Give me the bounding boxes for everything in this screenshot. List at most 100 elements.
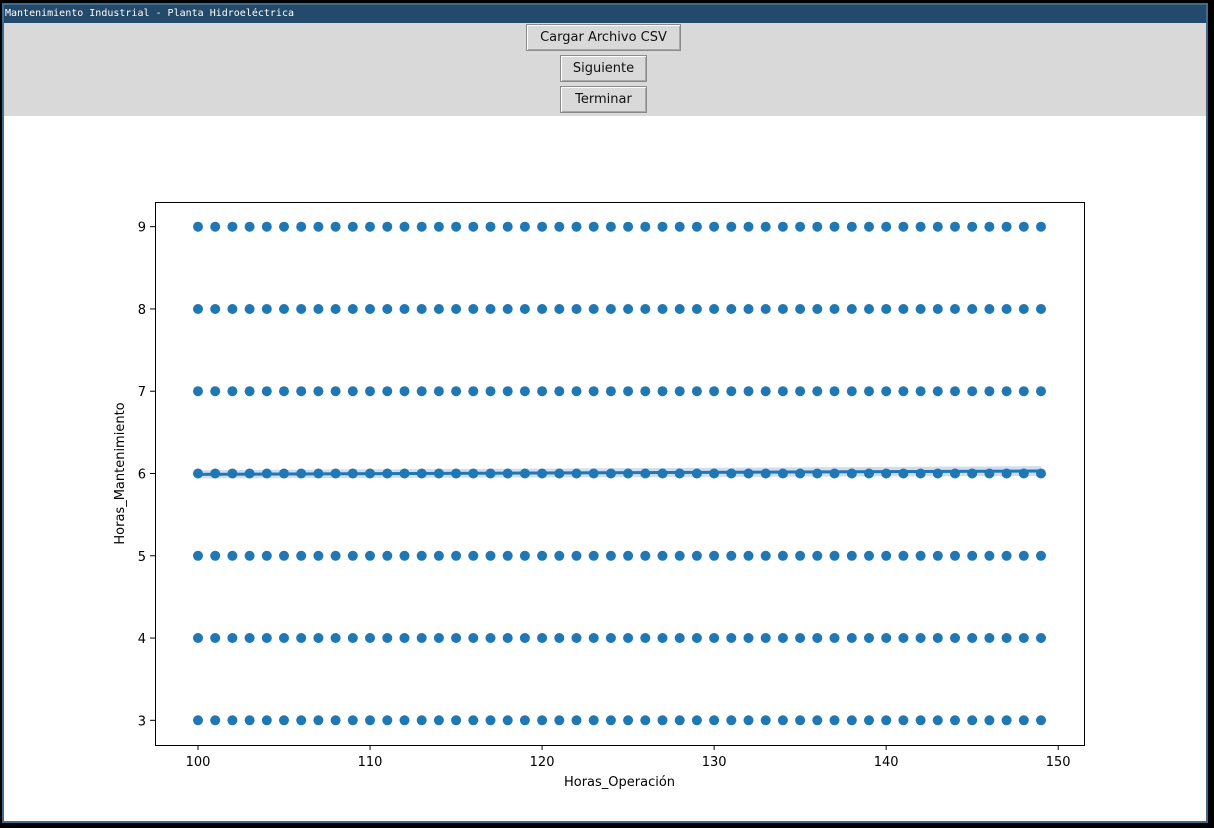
data-point — [296, 386, 307, 397]
data-point — [984, 550, 995, 561]
data-point — [468, 715, 479, 726]
load-csv-button[interactable]: Cargar Archivo CSV — [526, 24, 681, 51]
data-point — [244, 304, 255, 314]
data-point — [812, 550, 823, 561]
data-point — [382, 633, 393, 643]
data-point — [347, 550, 358, 561]
data-point — [709, 304, 720, 314]
data-point — [777, 633, 788, 643]
data-point — [365, 221, 375, 232]
data-point — [468, 221, 479, 232]
data-point — [571, 221, 582, 232]
data-point — [261, 386, 272, 397]
data-point — [777, 221, 788, 232]
data-point — [571, 633, 582, 643]
data-point — [932, 715, 943, 726]
next-button[interactable]: Siguiente — [560, 55, 647, 82]
data-point — [605, 221, 616, 232]
x-tick-label: 110 — [358, 755, 383, 770]
data-point — [210, 221, 221, 232]
data-point — [468, 304, 479, 314]
data-point — [605, 304, 616, 314]
data-point — [657, 386, 668, 397]
data-point — [554, 304, 565, 314]
data-point — [313, 715, 324, 726]
data-point — [519, 386, 530, 397]
data-point — [571, 550, 582, 561]
data-point — [1036, 715, 1046, 726]
data-point — [640, 221, 651, 232]
data-point — [537, 633, 548, 643]
data-point — [726, 221, 737, 232]
data-point — [674, 633, 685, 643]
data-point — [468, 550, 479, 561]
data-point — [227, 386, 238, 397]
data-point — [674, 221, 685, 232]
data-point — [330, 386, 341, 397]
data-point — [743, 715, 754, 726]
data-point — [812, 633, 823, 643]
data-point — [347, 386, 358, 397]
data-point — [984, 633, 995, 643]
y-tick-label: 8 — [138, 303, 146, 318]
data-point — [296, 304, 307, 314]
data-point — [1018, 304, 1029, 314]
data-point — [313, 221, 324, 232]
data-point — [485, 386, 496, 397]
data-point — [691, 304, 702, 314]
data-point — [347, 221, 358, 232]
data-point — [416, 304, 427, 314]
data-point — [485, 304, 496, 314]
data-point — [554, 550, 565, 561]
data-point — [726, 386, 737, 397]
data-point — [881, 468, 892, 479]
data-point — [623, 715, 634, 726]
y-tick-label: 3 — [138, 714, 146, 729]
data-point — [829, 386, 840, 397]
data-point — [743, 304, 754, 314]
data-point — [864, 304, 874, 314]
data-point — [261, 550, 272, 561]
data-point — [227, 715, 238, 726]
data-point — [709, 221, 720, 232]
data-point — [812, 468, 823, 479]
data-point — [726, 550, 737, 561]
x-tick-label: 150 — [1046, 755, 1071, 770]
data-point — [881, 304, 892, 314]
data-point — [399, 221, 410, 232]
data-point — [760, 221, 771, 232]
data-point — [743, 221, 754, 232]
data-point — [864, 715, 874, 726]
data-point — [812, 715, 823, 726]
data-point — [210, 715, 221, 726]
data-point — [915, 304, 926, 314]
data-point — [864, 468, 874, 479]
plot-canvas: 100 110 120 130 140 150 3 4 5 6 7 8 9 Horas_Operaci… — [4, 116, 1206, 821]
x-tick-label: 100 — [186, 755, 211, 770]
data-point — [795, 221, 806, 232]
data-point — [313, 550, 324, 561]
data-point — [193, 221, 203, 232]
x-tick-label: 120 — [530, 755, 555, 770]
data-point — [950, 304, 960, 314]
data-point — [485, 715, 496, 726]
data-point — [640, 550, 651, 561]
y-tick-label: 4 — [138, 632, 146, 647]
data-point — [502, 715, 513, 726]
data-point — [898, 633, 909, 643]
finish-button[interactable]: Terminar — [560, 86, 647, 113]
x-tick-label: 130 — [702, 755, 727, 770]
data-point — [451, 633, 462, 643]
data-point — [279, 715, 289, 726]
data-point — [674, 715, 685, 726]
data-point — [915, 386, 926, 397]
data-point — [347, 633, 358, 643]
data-point — [709, 715, 720, 726]
y-tick-label: 9 — [138, 221, 146, 236]
data-point — [433, 715, 444, 726]
data-point — [605, 633, 616, 643]
data-point — [502, 550, 513, 561]
data-point — [244, 633, 255, 643]
data-point — [846, 221, 857, 232]
data-point — [330, 550, 341, 561]
